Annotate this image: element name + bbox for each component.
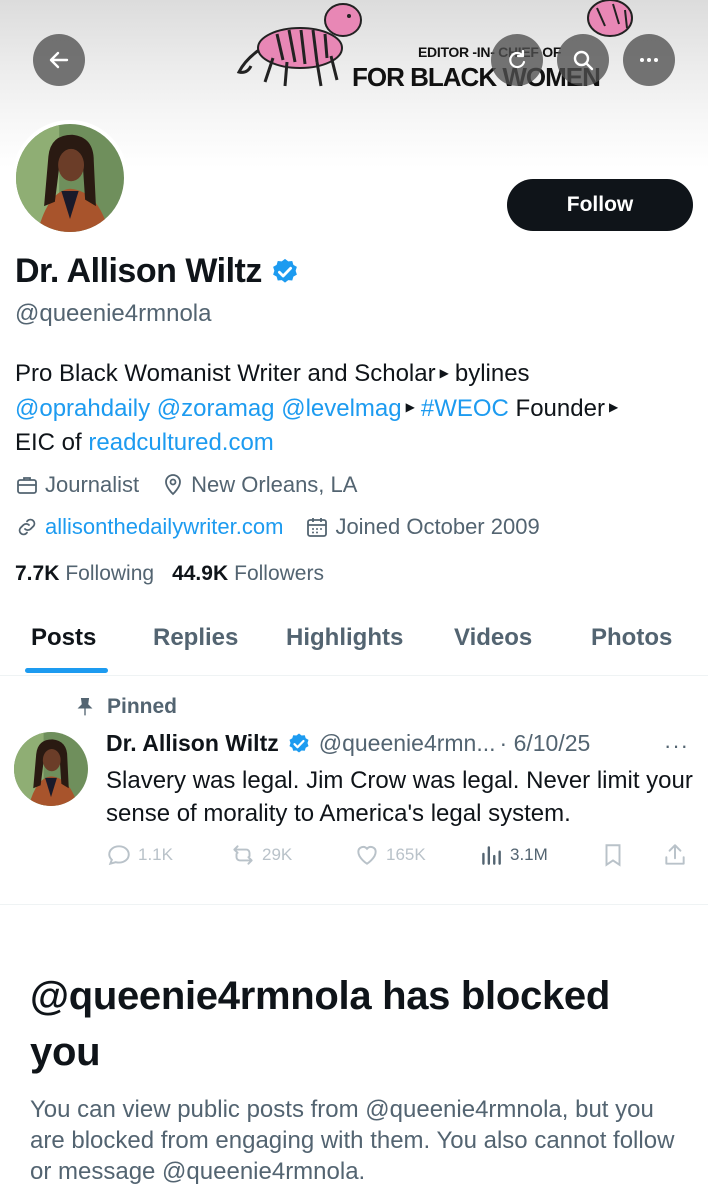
like-count: 165K <box>386 845 426 864</box>
profile-meta-row-2: allisonthedailywriter.com Joined October… <box>15 514 562 540</box>
back-button[interactable] <box>33 34 85 86</box>
bookmark-button[interactable] <box>600 842 632 868</box>
followers-label: Followers <box>234 562 324 585</box>
followers-count: 44.9K <box>172 562 229 585</box>
pinned-label: Pinned <box>107 695 178 718</box>
profile-bio: Pro Black Womanist Writer and Scholar ▶ by… <box>15 357 695 460</box>
repost-icon <box>233 845 253 865</box>
mention-link[interactable]: @levelmag <box>281 395 401 422</box>
post-header: Dr. Allison Wiltz @queenie4rmn... · 6/10… <box>106 730 590 757</box>
like-button[interactable]: 165K <box>354 842 426 868</box>
bookmark-icon <box>605 844 621 867</box>
website-link[interactable]: readcultured.com <box>88 429 273 456</box>
section-divider <box>0 904 708 905</box>
reply-count: 1.1K <box>138 845 173 864</box>
tab-videos[interactable]: Videos <box>454 624 532 652</box>
blocked-description: You can view public posts from @queenie4… <box>30 1096 675 1185</box>
post-author-avatar[interactable] <box>14 732 88 806</box>
arrow-left-icon <box>49 51 69 69</box>
avatar-photo <box>16 124 124 232</box>
post-author-handle[interactable]: @queenie4rmn... <box>319 730 496 757</box>
mention-link[interactable]: @oprahdaily <box>15 395 150 422</box>
briefcase-icon <box>17 477 37 494</box>
post-text: Slavery was legal. Jim Crow was legal. N… <box>106 767 693 827</box>
following-count: 7.7K <box>15 562 60 585</box>
calendar-icon <box>307 518 328 537</box>
verified-badge-icon[interactable] <box>270 257 300 287</box>
bio-text: Founder <box>515 394 605 422</box>
location-label: New Orleans, LA <box>191 472 358 497</box>
profession-item: Journalist <box>15 472 139 498</box>
blocked-title: @queenie4rmnola has blocked you <box>30 974 610 1074</box>
profession-label: Journalist <box>45 472 140 497</box>
bio-line-1: Pro Black Womanist Writer and Scholar ▶ by… <box>15 357 695 392</box>
profile-tabs: Posts Replies Highlights Videos Photos <box>0 612 708 676</box>
location-pin-icon <box>165 474 182 496</box>
mention-link[interactable]: @zoramag <box>157 395 275 422</box>
pin-icon <box>77 698 93 716</box>
bio-line-2: @oprahdaily @zoramag @levelmag ▶ #WEOC Fou… <box>15 392 695 427</box>
pinned-indicator: Pinned <box>75 695 177 719</box>
triangle-icon: ▶ <box>439 365 449 380</box>
share-button[interactable] <box>662 842 694 868</box>
joined-item: Joined October 2009 <box>305 514 540 540</box>
repost-button[interactable]: 29K <box>230 842 292 868</box>
joined-label: Joined October 2009 <box>335 514 540 539</box>
post-author-name[interactable]: Dr. Allison Wiltz <box>106 730 279 757</box>
following-link[interactable]: 7.7K Following <box>15 562 154 586</box>
profile-meta-row: Journalist New Orleans, LA <box>15 472 379 498</box>
repost-count: 29K <box>262 845 293 864</box>
display-name: Dr. Allison Wiltz <box>15 252 262 290</box>
bio-text: EIC of <box>15 429 82 457</box>
reply-icon <box>108 845 130 866</box>
heart-icon <box>357 845 377 865</box>
profile-avatar[interactable] <box>12 120 128 236</box>
more-horizontal-icon <box>640 58 658 62</box>
profile-name-row: Dr. Allison Wiltz <box>15 252 300 291</box>
more-button[interactable] <box>623 34 675 86</box>
post-actions: 1.1K 29K 165K 3.1M <box>106 842 696 876</box>
link-icon <box>18 518 36 536</box>
views-button[interactable]: 3.1M <box>478 842 548 868</box>
bio-text: Pro Black Womanist Writer and Scholar <box>15 360 436 387</box>
view-count: 3.1M <box>510 845 548 864</box>
tab-photos[interactable]: Photos <box>591 624 672 652</box>
following-label: Following <box>65 562 155 585</box>
verified-badge-icon[interactable] <box>287 732 311 756</box>
search-button[interactable] <box>557 34 609 86</box>
refresh-button[interactable] <box>491 34 543 86</box>
avatar-photo <box>14 732 88 806</box>
bio-line-3: EIC of readcultured.com <box>15 426 695 460</box>
post-date[interactable]: · 6/10/25 <box>500 730 591 757</box>
location-item: New Orleans, LA <box>161 472 357 498</box>
website-link[interactable]: allisonthedailywriter.com <box>45 514 283 540</box>
website-item[interactable]: allisonthedailywriter.com <box>15 514 283 540</box>
follow-button[interactable]: Follow <box>507 179 693 231</box>
triangle-icon: ▶ <box>405 400 415 415</box>
tab-replies[interactable]: Replies <box>153 624 238 652</box>
follow-stats: 7.7K Following 44.9K Followers <box>15 562 342 586</box>
post-more-button[interactable]: ··· <box>664 733 689 759</box>
share-icon <box>665 844 685 865</box>
bio-text: bylines <box>454 360 530 387</box>
active-tab-indicator <box>25 668 108 673</box>
tab-posts[interactable]: Posts <box>31 624 96 652</box>
hashtag-link[interactable]: #WEOC <box>421 395 509 422</box>
search-icon <box>573 50 594 71</box>
refresh-icon <box>509 49 526 69</box>
tab-highlights[interactable]: Highlights <box>286 624 403 652</box>
bar-chart-icon <box>482 846 501 865</box>
profile-handle: @queenie4rmnola <box>15 300 212 327</box>
followers-link[interactable]: 44.9K Followers <box>172 562 324 586</box>
triangle-icon: ▶ <box>608 400 619 415</box>
reply-button[interactable]: 1.1K <box>106 842 173 868</box>
